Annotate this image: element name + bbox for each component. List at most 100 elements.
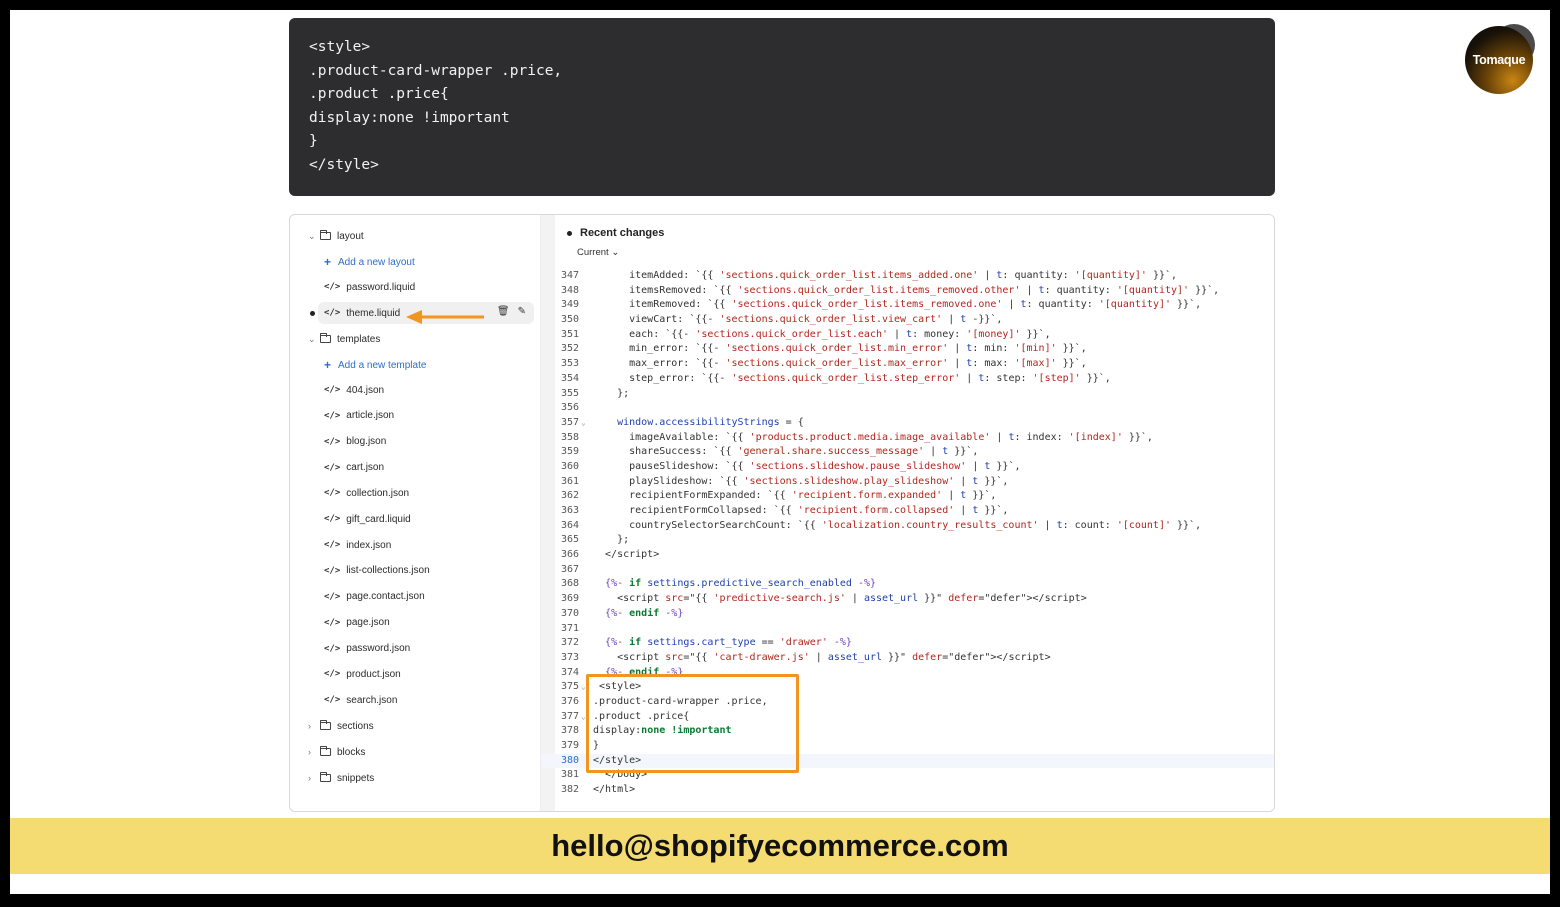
code-line: 360 pauseSlideshow: `{{ 'sections.slides… — [541, 460, 1274, 475]
file-label: list-collections.json — [346, 565, 430, 577]
template-file-item[interactable]: </> index.json — [324, 534, 391, 556]
code-line: 363 recipientFormCollapsed: `{{ 'recipie… — [541, 504, 1274, 519]
code-file-icon: </> — [324, 282, 341, 292]
add-layout-link[interactable]: + Add a new layout — [324, 251, 415, 273]
folder-icon — [320, 720, 331, 730]
code-file-icon: </> — [324, 436, 341, 447]
line-number: 374 — [560, 666, 579, 678]
folder-icon — [320, 333, 331, 343]
line-number: 355 — [560, 387, 579, 399]
template-file-item[interactable]: </> 404.json — [324, 379, 384, 401]
code-line: 351 each: `{{- 'sections.quick_order_lis… — [541, 328, 1274, 343]
file-label: page.json — [346, 617, 390, 629]
trash-icon[interactable]: 🗑 — [497, 306, 510, 317]
code-line: 370 {%- endif -%} — [541, 607, 1274, 622]
code-line: 368 {%- if settings.predictive_search_en… — [541, 577, 1274, 592]
code-line: 350 viewCart: `{{- 'sections.quick_order… — [541, 313, 1274, 328]
folder-blocks[interactable]: › blocks — [308, 741, 365, 763]
line-number: 354 — [560, 372, 579, 384]
line-number: 377 — [560, 710, 579, 722]
file-label: page.contact.json — [346, 591, 425, 603]
chevron-right-icon: › — [308, 773, 311, 783]
chevron-down-icon: ⌄ — [308, 230, 316, 241]
chevron-down-icon: ⌄ — [308, 333, 316, 344]
template-file-item[interactable]: </> blog.json — [324, 431, 386, 453]
line-number: 380 — [560, 754, 579, 766]
page-frame: <style> .product-card-wrapper .price, .p… — [10, 10, 1550, 894]
line-number: 368 — [560, 578, 579, 590]
theme-code-editor-screenshot: ⌄ layout + Add a new layout </> password… — [289, 214, 1275, 812]
logo-text: Tomaque — [1465, 26, 1533, 94]
code-line: 365 }; — [541, 533, 1274, 548]
plus-icon: + — [324, 358, 332, 372]
highlight-box — [586, 674, 799, 773]
code-line: 358 imageAvailable: `{{ 'products.produc… — [541, 431, 1274, 446]
code-line: 362 recipientFormExpanded: `{{ 'recipien… — [541, 489, 1274, 504]
line-number: 359 — [560, 446, 579, 458]
orange-arrow-icon — [406, 310, 484, 324]
line-number: 366 — [560, 549, 579, 561]
line-number: 350 — [560, 314, 579, 326]
code-line: 361 playSlideshow: `{{ 'sections.slidesh… — [541, 475, 1274, 490]
add-template-link[interactable]: + Add a new template — [324, 354, 426, 376]
version-dropdown[interactable]: Current ⌄ — [577, 247, 619, 258]
code-line: 347 itemAdded: `{{ 'sections.quick_order… — [541, 269, 1274, 284]
line-number: 356 — [560, 402, 579, 414]
template-file-item[interactable]: </> product.json — [324, 663, 401, 685]
template-file-item[interactable]: </> page.contact.json — [324, 586, 425, 608]
recent-changes-label: Recent changes — [580, 227, 665, 239]
chevron-right-icon: › — [308, 721, 311, 731]
file-label: index.json — [346, 539, 392, 551]
code-snippet-block: <style> .product-card-wrapper .price, .p… — [289, 18, 1275, 196]
folder-icon — [320, 772, 331, 782]
line-number: 381 — [560, 769, 579, 781]
contact-email[interactable]: hello@shopifyecommerce.com — [551, 828, 1008, 864]
folder-snippets[interactable]: › snippets — [308, 767, 374, 789]
recent-changes-header: Recent changes — [567, 227, 664, 239]
line-number: 357 — [560, 416, 579, 428]
code-line: <style> — [309, 39, 371, 55]
line-number: 373 — [560, 651, 579, 663]
line-number: 360 — [560, 460, 579, 472]
code-line: </style> — [309, 156, 379, 173]
template-file-item[interactable]: </> password.json — [324, 638, 410, 660]
code-file-icon: </> — [324, 514, 341, 525]
code-line: 352 min_error: `{{- 'sections.quick_orde… — [541, 342, 1274, 357]
code-file-icon: </> — [324, 617, 341, 628]
folder-icon — [320, 230, 331, 240]
code-line: 354 step_error: `{{- 'sections.quick_ord… — [541, 372, 1274, 387]
tomaque-logo: Tomaque — [1465, 24, 1535, 96]
code-line: 357 ⌄ window.accessibilityStrings = { — [541, 416, 1274, 431]
file-label: product.json — [346, 668, 401, 680]
folder-label: blocks — [337, 746, 366, 758]
template-file-item[interactable]: </> gift_card.liquid — [324, 508, 411, 530]
folder-templates[interactable]: ⌄ templates — [308, 328, 380, 350]
code-line: 353 max_error: `{{- 'sections.quick_orde… — [541, 357, 1274, 372]
code-line: 356 — [541, 401, 1274, 416]
template-file-item[interactable]: </> search.json — [324, 689, 397, 711]
folder-layout[interactable]: ⌄ layout — [308, 225, 364, 247]
code-file-icon: </> — [324, 643, 341, 654]
code-line: 367 — [541, 563, 1274, 578]
line-number: 367 — [560, 563, 579, 575]
line-number: 351 — [560, 328, 579, 340]
pencil-icon[interactable]: ✎ — [518, 306, 526, 317]
folder-sections[interactable]: › sections — [308, 715, 374, 737]
line-number: 376 — [560, 695, 579, 707]
code-file-icon: </> — [324, 591, 341, 602]
folder-label: sections — [337, 720, 374, 732]
line-number: 348 — [560, 284, 579, 296]
template-file-item[interactable]: </> collection.json — [324, 482, 409, 504]
template-file-item[interactable]: </> list-collections.json — [324, 560, 430, 582]
code-line: 349 itemRemoved: `{{ 'sections.quick_ord… — [541, 298, 1274, 313]
file-label: search.json — [346, 694, 398, 706]
line-number: 363 — [560, 505, 579, 516]
template-file-item[interactable]: </> article.json — [324, 405, 394, 427]
line-number: 358 — [560, 431, 579, 443]
template-file-item[interactable]: </> page.json — [324, 612, 390, 634]
folder-icon — [320, 746, 331, 756]
file-password-liquid[interactable]: </> password.liquid — [324, 276, 415, 298]
template-file-item[interactable]: </> cart.json — [324, 457, 384, 479]
file-label: cart.json — [346, 462, 385, 474]
file-label: password.json — [346, 643, 411, 654]
